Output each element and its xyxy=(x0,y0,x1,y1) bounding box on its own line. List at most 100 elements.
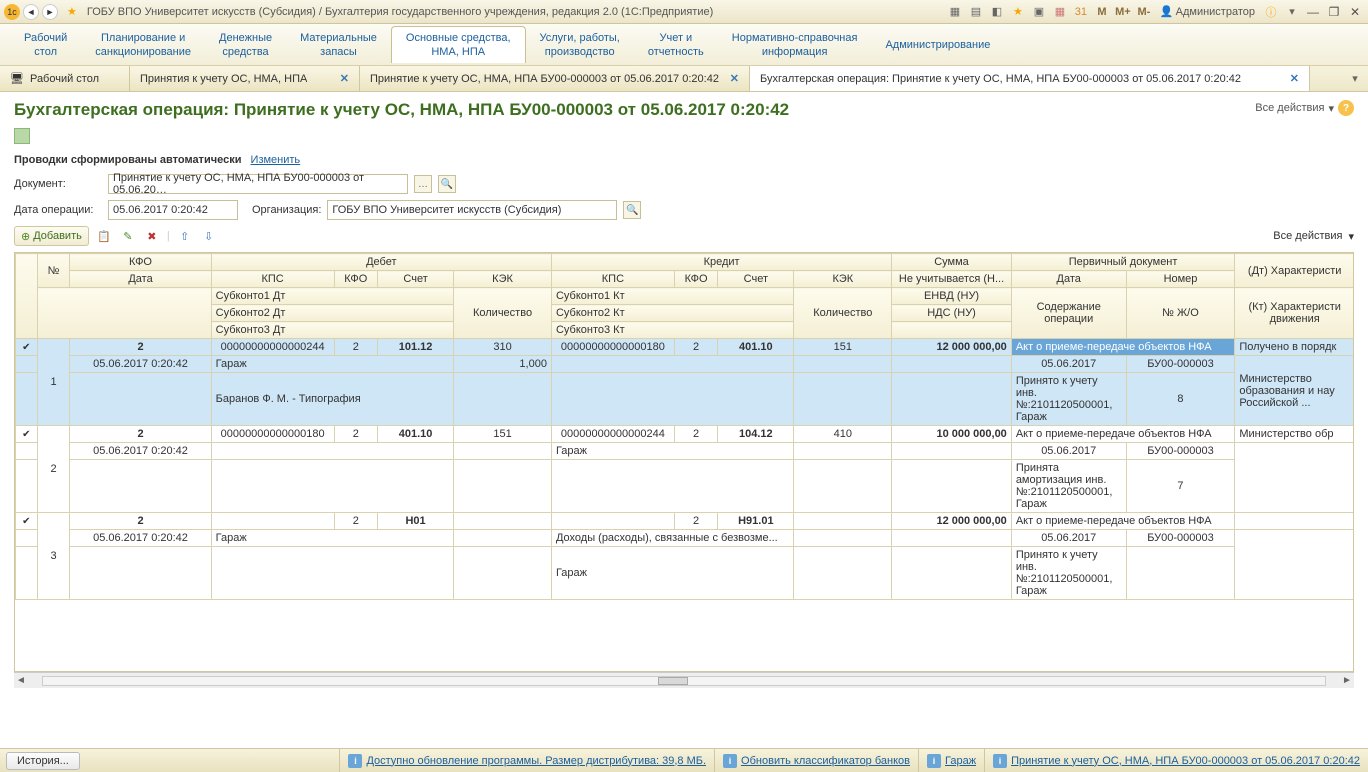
table-row[interactable]: 05.06.2017 0:20:42 Гараж1,000 05.06.2017… xyxy=(16,356,1355,373)
desktop-icon: 🖥 xyxy=(10,72,24,85)
user-icon: 👤 xyxy=(1160,5,1174,18)
menu-item-6[interactable]: Учет иотчетность xyxy=(634,27,718,63)
tab-2[interactable]: Принятие к учету ОС, НМА, НПА БУ00-00000… xyxy=(360,66,750,91)
change-link[interactable]: Изменить xyxy=(251,154,301,166)
maximize-button[interactable]: ❐ xyxy=(1325,3,1343,21)
menu-item-0[interactable]: Рабочийстол xyxy=(10,27,81,63)
history-button[interactable]: История... xyxy=(6,752,80,770)
page-title: Бухгалтерская операция: Принятие к учету… xyxy=(14,100,1354,120)
star-icon[interactable]: ★ xyxy=(1009,3,1027,21)
dropdown-icon[interactable]: ▾ xyxy=(1328,102,1334,115)
document-ellipsis-button[interactable]: … xyxy=(414,175,432,193)
tool-icon-5[interactable]: ▣ xyxy=(1030,3,1048,21)
memory-mplus-button[interactable]: М+ xyxy=(1114,3,1132,21)
statusbar: История... i Доступно обновление программ… xyxy=(0,748,1368,772)
tool-icon-1[interactable]: ▦ xyxy=(946,3,964,21)
delete-icon[interactable]: ✖ xyxy=(143,227,161,245)
tab-1[interactable]: Принятия к учету ОС, НМА, НПА ✕ xyxy=(130,66,360,91)
main-menu: РабочийстолПланирование исанкционировани… xyxy=(0,24,1368,66)
copy-icon[interactable]: 📋 xyxy=(95,227,113,245)
edit-icon[interactable]: ✎ xyxy=(119,227,137,245)
date-field[interactable]: 05.06.2017 0:20:42 xyxy=(108,200,238,220)
content-area: Все действия ▾ ? Бухгалтерская операция:… xyxy=(0,92,1368,748)
table-row[interactable]: 2 2 000000000000001802401.10151 00000000… xyxy=(16,426,1355,443)
horizontal-scrollbar[interactable]: ◄ ► xyxy=(14,672,1354,688)
calc-icon[interactable]: ▦ xyxy=(1051,3,1069,21)
document-value: Принятие к учету ОС, НМА, НПА БУ00-00000… xyxy=(113,172,403,196)
org-field[interactable]: ГОБУ ВПО Университет искусств (Субсидия) xyxy=(327,200,617,220)
info-icon: i xyxy=(348,754,362,768)
plus-icon: ⊕ xyxy=(21,230,30,243)
move-up-icon[interactable]: ⇧ xyxy=(176,227,194,245)
table-row[interactable]: 05.06.2017 0:20:42 Гараж 05.06.2017БУ00-… xyxy=(16,443,1355,460)
calendar-icon[interactable]: 31 xyxy=(1072,3,1090,21)
nav-forward-button[interactable]: ► xyxy=(42,4,58,20)
auto-generated-message: Проводки сформированы автоматически Изме… xyxy=(14,154,1354,166)
date-value: 05.06.2017 0:20:42 xyxy=(113,204,208,216)
info-icon[interactable]: ⓘ xyxy=(1262,3,1280,21)
org-label: Организация: xyxy=(252,204,321,216)
help-icon[interactable]: ? xyxy=(1338,100,1354,116)
app-logo-icon: 1c xyxy=(4,4,20,20)
all-actions-button[interactable]: Все действия xyxy=(1255,102,1324,114)
menu-item-8[interactable]: Администрирование xyxy=(871,34,1004,56)
tab-0[interactable]: 🖥 Рабочий стол xyxy=(0,66,130,91)
postings-grid[interactable]: № КФО Дебет Кредит Сумма Первичный докум… xyxy=(14,252,1354,672)
tab-close-icon[interactable]: ✕ xyxy=(730,72,739,85)
menu-item-1[interactable]: Планирование исанкционирование xyxy=(81,27,205,63)
move-down-icon[interactable]: ⇩ xyxy=(200,227,218,245)
table-row[interactable]: Баранов Ф. М. - Типография Принято к уче… xyxy=(16,373,1355,426)
tab-label: Принятие к учету ОС, НМА, НПА БУ00-00000… xyxy=(370,73,719,85)
add-label: Добавить xyxy=(33,230,82,242)
status-garage-link[interactable]: Гараж xyxy=(945,755,976,767)
scroll-thumb[interactable] xyxy=(658,677,688,685)
menu-item-7[interactable]: Нормативно-справочнаяинформация xyxy=(718,27,872,63)
favorite-icon[interactable]: ★ xyxy=(67,5,77,18)
add-button[interactable]: ⊕ Добавить xyxy=(14,226,89,246)
org-value: ГОБУ ВПО Университет искусств (Субсидия) xyxy=(332,204,561,216)
menu-item-5[interactable]: Услуги, работы,производство xyxy=(526,27,634,63)
tabs-expand-button[interactable]: ▾ xyxy=(1342,66,1368,91)
scroll-right-icon[interactable]: ► xyxy=(1340,675,1354,686)
all-actions-2-button[interactable]: Все действия xyxy=(1273,230,1342,242)
table-row[interactable]: Гараж Принято к учету инв. №:21011205000… xyxy=(16,547,1355,600)
tab-label: Принятия к учету ОС, НМА, НПА xyxy=(140,73,307,85)
scroll-track[interactable] xyxy=(42,676,1326,686)
minimize-button[interactable]: — xyxy=(1304,3,1322,21)
document-label: Документ: xyxy=(14,178,102,190)
memory-m-button[interactable]: М xyxy=(1093,3,1111,21)
tool-icon-3[interactable]: ◧ xyxy=(988,3,1006,21)
tab-3[interactable]: Бухгалтерская операция: Принятие к учету… xyxy=(750,66,1310,91)
tool-icon-2[interactable]: ▤ xyxy=(967,3,985,21)
menu-item-2[interactable]: Денежныесредства xyxy=(205,27,286,63)
table-row[interactable]: 3 2 2Н01 2Н91.01 12 000 000,00 Акт о при… xyxy=(16,513,1355,530)
report-icon[interactable] xyxy=(14,128,30,144)
close-button[interactable]: ✕ xyxy=(1346,3,1364,21)
document-field[interactable]: Принятие к учету ОС, НМА, НПА БУ00-00000… xyxy=(108,174,408,194)
auto-msg-text: Проводки сформированы автоматически xyxy=(14,154,241,166)
grid-toolbar: ⊕ Добавить 📋 ✎ ✖ | ⇧ ⇩ Все действия ▾ xyxy=(14,226,1354,246)
table-row[interactable]: 05.06.2017 0:20:42 Гараж Доходы (расходы… xyxy=(16,530,1355,547)
document-search-button[interactable]: 🔍 xyxy=(438,175,456,193)
menu-item-4[interactable]: Основные средства,НМА, НПА xyxy=(391,26,526,63)
memory-mminus-button[interactable]: М- xyxy=(1135,3,1153,21)
dropdown-icon[interactable]: ▾ xyxy=(1348,230,1354,243)
status-doc-link[interactable]: Принятие к учету ОС, НМА, НПА БУ00-00000… xyxy=(1011,755,1360,767)
table-row[interactable]: Принята амортизация инв. №:2101120500001… xyxy=(16,460,1355,513)
org-search-button[interactable]: 🔍 xyxy=(623,201,641,219)
tab-close-icon[interactable]: ✕ xyxy=(1290,72,1299,85)
status-update-link[interactable]: Доступно обновление программы. Размер ди… xyxy=(366,755,706,767)
dropdown-icon[interactable]: ▾ xyxy=(1283,3,1301,21)
tab-close-icon[interactable]: ✕ xyxy=(340,72,349,85)
nav-back-button[interactable]: ◄ xyxy=(23,4,39,20)
table-row[interactable]: 1 2 000000000000002442101.12310 00000000… xyxy=(16,339,1355,356)
titlebar: 1c ◄ ► ★ ГОБУ ВПО Университет искусств (… xyxy=(0,0,1368,24)
tab-label: Бухгалтерская операция: Принятие к учету… xyxy=(760,73,1241,85)
status-bank-link[interactable]: Обновить классификатор банков xyxy=(741,755,910,767)
info-icon: i xyxy=(723,754,737,768)
user-name: Администратор xyxy=(1176,6,1255,18)
scroll-left-icon[interactable]: ◄ xyxy=(14,675,28,686)
tab-label: Рабочий стол xyxy=(30,73,99,85)
user-label[interactable]: 👤 Администратор xyxy=(1160,5,1255,18)
menu-item-3[interactable]: Материальныезапасы xyxy=(286,27,391,63)
